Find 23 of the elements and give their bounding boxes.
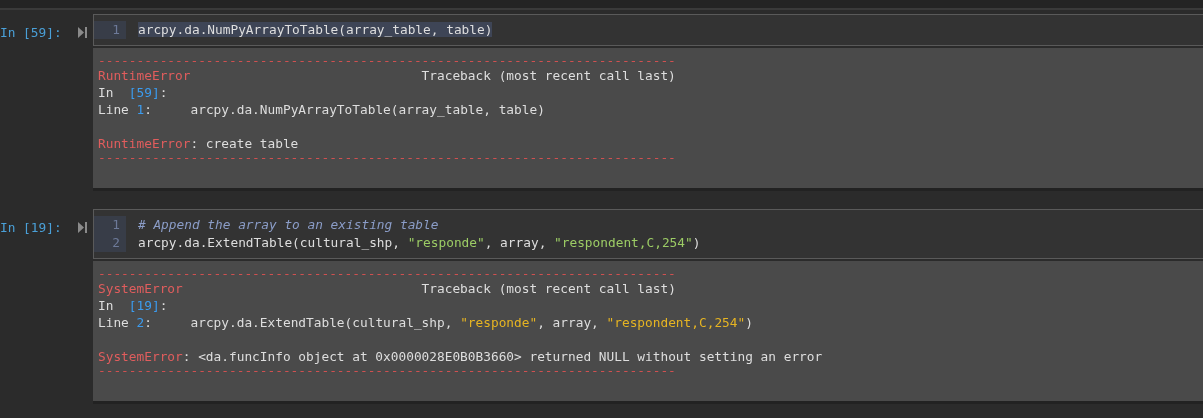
line-number: 2 bbox=[94, 234, 126, 252]
output-line: RuntimeError: create table bbox=[98, 135, 300, 152]
line-number: 1 bbox=[94, 21, 126, 39]
output-line: RuntimeError Traceback (most recent call last) bbox=[98, 67, 677, 84]
dashed-rule: --------------------------------------------------------------------------- bbox=[98, 55, 677, 67]
cell-prompt: In [19]: bbox=[0, 219, 62, 236]
output-line: SystemError Traceback (most recent call last) bbox=[98, 280, 677, 297]
output-line: Line 2: arcpy.da.ExtendTable(cultural_shp, "responde", array, "respondent,C,254") bbox=[98, 314, 754, 331]
dashed-rule: --------------------------------------------------------------------------- bbox=[98, 365, 677, 377]
dashed-rule: --------------------------------------------------------------------------- bbox=[98, 152, 677, 164]
dashed-rule: --------------------------------------------------------------------------- bbox=[98, 268, 677, 280]
output-line: In [59]: bbox=[98, 84, 169, 101]
output-line: In [19]: bbox=[98, 297, 169, 314]
run-icon[interactable] bbox=[78, 222, 87, 233]
code-input[interactable]: 1 arcpy.da.NumPyArrayToTable(array_table, table) bbox=[93, 14, 1203, 46]
output-line: SystemError: <da.funcInfo object at 0x0000028E0B0B3660> returned NULL without setting an error bbox=[98, 348, 824, 365]
line-number: 1 bbox=[94, 216, 126, 234]
cell-prompt: In [59]: bbox=[0, 24, 62, 41]
output-line: Line 1: arcpy.da.NumPyArrayToTable(array_table, table) bbox=[98, 101, 546, 118]
code-input[interactable]: 1 2 # Append the array to an existing table arcpy.da.ExtendTable(cultural_shp, "responde", array, "respondent,C,254") bbox=[93, 209, 1203, 259]
code-line: arcpy.da.ExtendTable(cultural_shp, "responde", array, "respondent,C,254") bbox=[138, 234, 701, 252]
code-line: # Append the array to an existing table bbox=[138, 216, 440, 234]
run-icon[interactable] bbox=[78, 27, 87, 38]
